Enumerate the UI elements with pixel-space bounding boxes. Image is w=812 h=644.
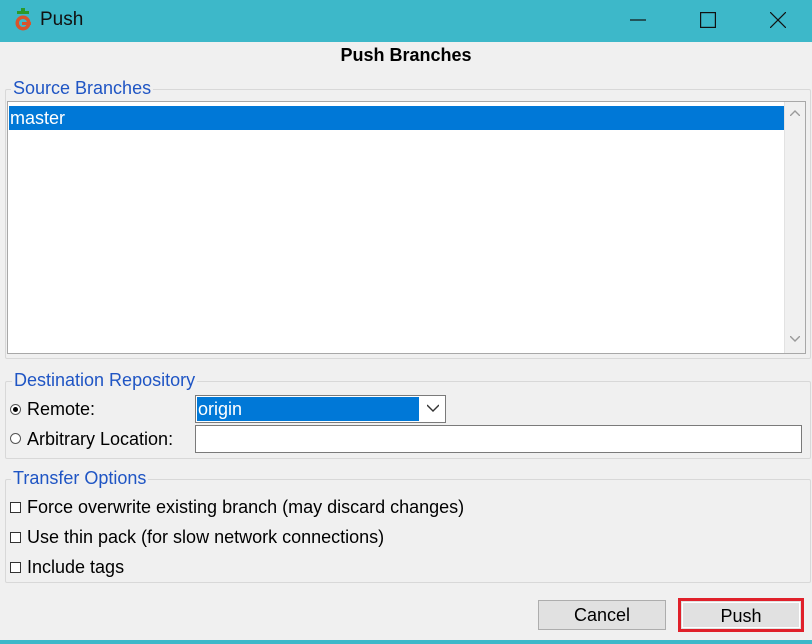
dialog-heading: Push Branches [340, 45, 472, 65]
remote-label: Remote: [27, 399, 96, 419]
include-tags-checkbox[interactable] [10, 562, 21, 573]
thin-pack-label: Use thin pack (for slow network connecti… [27, 527, 385, 547]
arbitrary-location-radio[interactable] [10, 433, 21, 444]
remote-select-value: origin [197, 397, 419, 421]
minimize-button[interactable] [608, 0, 668, 40]
minimize-icon [630, 19, 646, 21]
push-button[interactable]: Push [678, 598, 804, 632]
maximize-button[interactable] [678, 0, 738, 40]
chevron-down-icon [427, 404, 439, 412]
git-push-app-icon [15, 8, 31, 31]
arbitrary-location-input[interactable] [195, 425, 802, 453]
remote-radio[interactable] [10, 404, 21, 415]
include-tags-label: Include tags [27, 557, 125, 577]
close-button[interactable] [748, 0, 808, 40]
destination-legend: Destination Repository [12, 370, 198, 390]
chevron-down-icon[interactable] [790, 336, 800, 342]
remote-select[interactable]: origin [195, 395, 446, 423]
cancel-button[interactable]: Cancel [538, 600, 666, 630]
window-bottom-border [0, 640, 812, 644]
transfer-options-legend: Transfer Options [11, 468, 149, 488]
title-bar: Push [0, 0, 812, 42]
thin-pack-checkbox[interactable] [10, 532, 21, 543]
maximize-icon [700, 12, 716, 28]
source-branches-legend: Source Branches [11, 78, 154, 98]
force-overwrite-checkbox[interactable] [10, 502, 21, 513]
close-icon [770, 12, 786, 28]
arbitrary-location-label: Arbitrary Location: [27, 429, 174, 449]
force-overwrite-label: Force overwrite existing branch (may dis… [27, 497, 465, 517]
source-branches-list[interactable]: master [7, 101, 806, 354]
window-title: Push [40, 9, 84, 30]
chevron-up-icon[interactable] [790, 110, 800, 116]
vertical-scrollbar[interactable] [784, 102, 805, 353]
list-item-master[interactable]: master [9, 106, 785, 130]
